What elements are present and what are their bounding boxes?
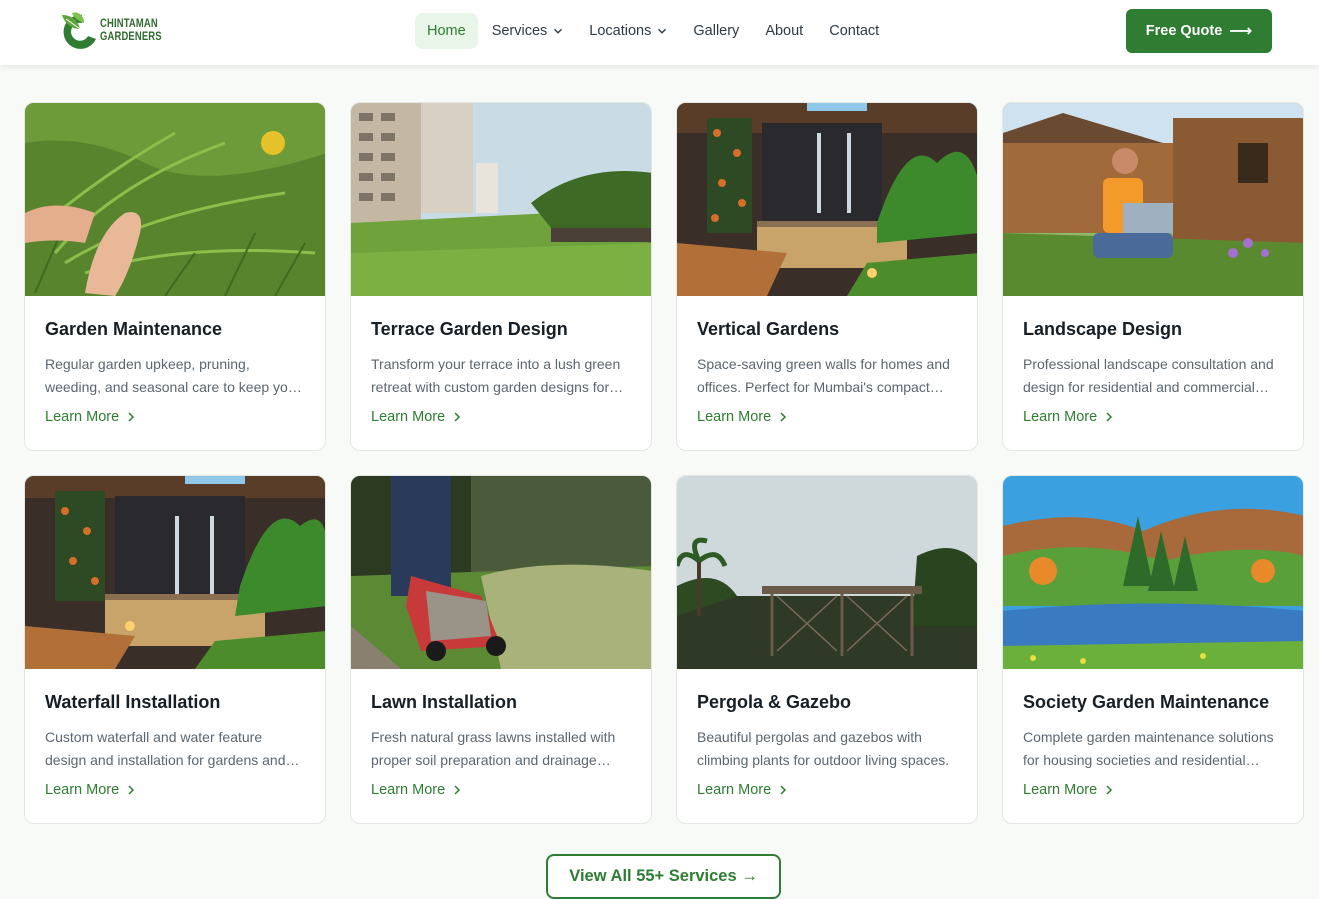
brand-name-line2: GARDENERS <box>100 31 162 43</box>
chevron-right-icon <box>1106 785 1113 795</box>
card-description: Space-saving green walls for homes and o… <box>697 356 950 395</box>
free-quote-label: Free Quote <box>1145 23 1223 39</box>
arrow-right-icon: ⟶ <box>1229 23 1253 40</box>
service-card-vertical-gardens[interactable]: Vertical Gardens Space-saving green wall… <box>676 102 978 451</box>
learn-more-label: Learn More <box>1023 782 1098 798</box>
nav-contact-label: Contact <box>829 23 880 39</box>
learn-more-label: Learn More <box>371 782 446 798</box>
service-card-pergola-gazebo[interactable]: Pergola & Gazebo Beautiful pergolas and … <box>676 475 978 824</box>
card-title: Garden Maintenance <box>45 319 223 339</box>
card-title: Terrace Garden Design <box>371 319 568 339</box>
card-description: Fresh natural grass lawns installed with… <box>371 729 616 768</box>
service-card-society-garden-maintenance[interactable]: Society Garden Maintenance Complete gard… <box>1002 475 1304 824</box>
learn-more-label: Learn More <box>697 409 772 425</box>
card-title: Vertical Gardens <box>697 319 840 339</box>
card-description: Custom waterfall and water feature desig… <box>45 729 300 768</box>
nav-locations[interactable]: Locations <box>577 13 679 49</box>
learn-more-link[interactable]: Learn More <box>45 782 135 798</box>
chevron-right-icon <box>780 785 787 795</box>
card-description: Transform your terrace into a lush green… <box>371 356 624 395</box>
learn-more-link[interactable]: Learn More <box>45 409 135 425</box>
learn-more-label: Learn More <box>371 409 446 425</box>
leaf-c-logo-icon <box>58 9 102 53</box>
chevron-down-icon <box>658 28 667 34</box>
learn-more-link[interactable]: Learn More <box>697 782 787 798</box>
vertical-gardens-image <box>677 103 977 296</box>
terrace-garden-image <box>351 103 651 296</box>
learn-more-link[interactable]: Learn More <box>371 409 461 425</box>
service-card-landscape-design[interactable]: Landscape Design Professional landscape … <box>1002 102 1304 451</box>
garden-maintenance-image <box>25 103 325 296</box>
nav-gallery-label: Gallery <box>693 23 740 39</box>
card-title: Lawn Installation <box>371 692 518 712</box>
card-title: Pergola & Gazebo <box>697 692 852 712</box>
learn-more-link[interactable]: Learn More <box>1023 409 1113 425</box>
chevron-down-icon <box>554 28 563 34</box>
learn-more-label: Learn More <box>697 782 772 798</box>
service-card-terrace-garden-design[interactable]: Terrace Garden Design Transform your ter… <box>350 102 652 451</box>
nav-about[interactable]: About <box>753 13 815 49</box>
nav-gallery[interactable]: Gallery <box>681 13 751 49</box>
learn-more-label: Learn More <box>45 409 120 425</box>
learn-more-link[interactable]: Learn More <box>371 782 461 798</box>
chevron-right-icon <box>454 412 461 422</box>
pergola-gazebo-image <box>677 476 977 669</box>
lawn-installation-image <box>351 476 651 669</box>
learn-more-label: Learn More <box>1023 409 1098 425</box>
chevron-right-icon <box>780 412 787 422</box>
chevron-right-icon <box>128 412 135 422</box>
nav-home[interactable]: Home <box>415 13 478 49</box>
waterfall-installation-image <box>25 476 325 669</box>
view-all-label: View All 55+ Services → <box>569 867 758 885</box>
brand-logo[interactable]: CHINTAMAN GARDENERS <box>58 9 168 53</box>
free-quote-button[interactable]: Free Quote ⟶ <box>1126 9 1272 53</box>
society-garden-image <box>1003 476 1303 669</box>
card-title: Landscape Design <box>1023 319 1183 339</box>
nav-locations-label: Locations <box>589 23 652 39</box>
learn-more-link[interactable]: Learn More <box>697 409 787 425</box>
card-description: Complete garden maintenance solutions fo… <box>1023 729 1274 768</box>
nav-about-label: About <box>765 23 804 39</box>
card-title: Society Garden Maintenance <box>1023 692 1270 712</box>
view-all-services-button[interactable]: View All 55+ Services → <box>546 854 781 899</box>
service-card-waterfall-installation[interactable]: Waterfall Installation Custom waterfall … <box>24 475 326 824</box>
nav-services-label: Services <box>491 23 548 39</box>
chevron-right-icon <box>454 785 461 795</box>
card-description: Regular garden upkeep, pruning, weeding,… <box>45 356 302 395</box>
learn-more-label: Learn More <box>45 782 120 798</box>
chevron-right-icon <box>128 785 135 795</box>
card-description: Professional landscape consultation and … <box>1023 356 1274 395</box>
learn-more-link[interactable]: Learn More <box>1023 782 1113 798</box>
chevron-right-icon <box>1106 412 1113 422</box>
nav-contact[interactable]: Contact <box>817 13 891 49</box>
service-card-lawn-installation[interactable]: Lawn Installation Fresh natural grass la… <box>350 475 652 824</box>
nav-services[interactable]: Services <box>480 13 576 49</box>
nav-home-label: Home <box>427 23 466 39</box>
site-header: CHINTAMAN GARDENERS Home Services Locati… <box>0 0 1319 65</box>
brand-name-line1: CHINTAMAN <box>100 18 158 30</box>
card-description: Beautiful pergolas and gazebos with clim… <box>697 729 950 768</box>
main-nav: Home Services Locations Gallery About Co… <box>415 13 893 49</box>
card-title: Waterfall Installation <box>45 692 221 712</box>
service-card-garden-maintenance[interactable]: Garden Maintenance Regular garden upkeep… <box>24 102 326 451</box>
landscape-design-image <box>1003 103 1303 296</box>
